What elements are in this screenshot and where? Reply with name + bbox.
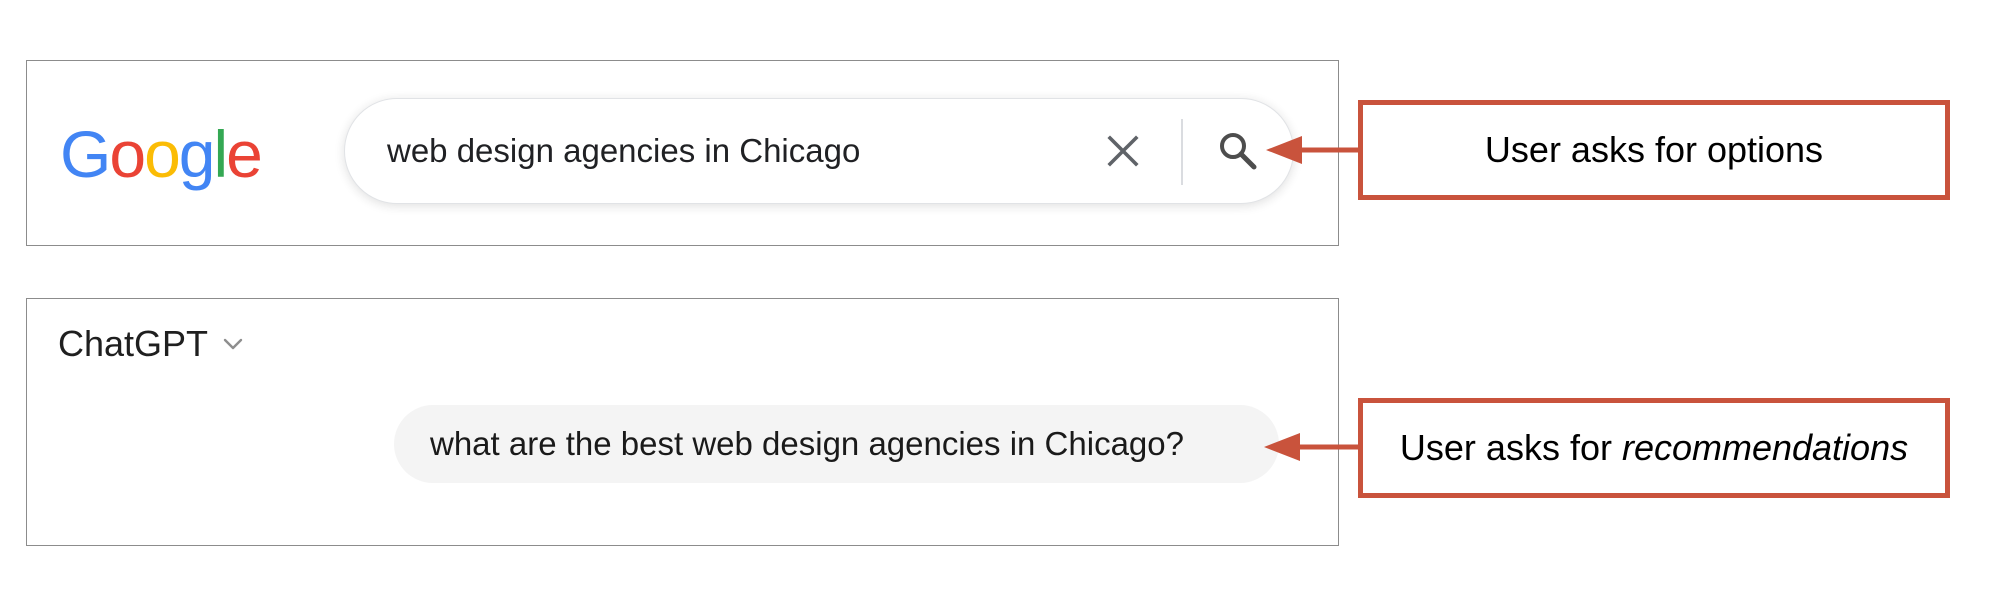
logo-letter: G: [60, 117, 111, 191]
logo-letter: g: [178, 117, 216, 191]
annotation-options: User asks for options: [1358, 100, 1950, 200]
logo-letter: o: [144, 117, 181, 191]
google-logo[interactable]: G o o g l e: [60, 107, 263, 191]
user-message-text: what are the best web design agencies in…: [430, 425, 1184, 462]
logo-letter: l: [213, 117, 229, 191]
user-message-bubble: what are the best web design agencies in…: [394, 405, 1279, 483]
annotation-recommendations: User asks for recommendations: [1358, 398, 1950, 498]
close-icon[interactable]: [1105, 133, 1141, 169]
search-box[interactable]: web design agencies in Chicago: [344, 98, 1294, 204]
model-selector[interactable]: ChatGPT: [58, 319, 246, 369]
annotation-options-text: User asks for options: [1484, 129, 1824, 170]
model-label: ChatGPT: [58, 323, 209, 364]
logo-letter: o: [109, 117, 146, 191]
search-icon[interactable]: [1216, 129, 1260, 173]
logo-letter: e: [226, 117, 263, 191]
chevron-down-icon: [223, 338, 243, 350]
annotation-recommendations-emphasis: recommendations: [1621, 427, 1909, 468]
search-input[interactable]: web design agencies in Chicago: [387, 99, 860, 203]
chatgpt-panel: ChatGPT what are the best web design age…: [26, 298, 1339, 546]
google-search-panel: G o o g l e web design agencies in Chica…: [26, 60, 1339, 246]
search-divider: [1181, 119, 1183, 185]
annotation-recommendations-prefix: User asks for: [1399, 427, 1612, 468]
